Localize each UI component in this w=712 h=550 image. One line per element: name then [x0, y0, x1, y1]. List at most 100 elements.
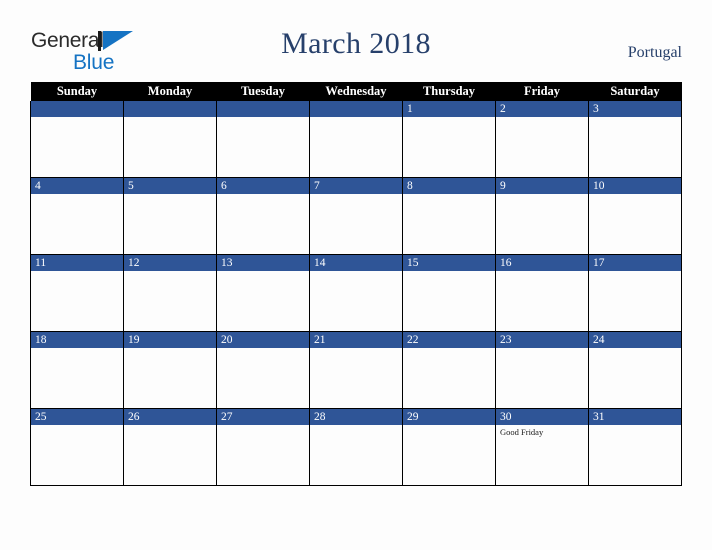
calendar-day-cell[interactable]: 19	[123, 331, 217, 409]
calendar-day-cell[interactable]	[30, 101, 124, 178]
calendar-day-cell[interactable]: 31	[588, 408, 682, 486]
calendar-day-cell[interactable]: 2	[495, 101, 589, 178]
day-number: 2	[496, 101, 588, 117]
day-cell-content	[217, 101, 309, 177]
day-number: 13	[217, 255, 309, 271]
calendar-day-cell[interactable]: 4	[30, 177, 124, 255]
day-events-list	[589, 348, 681, 350]
calendar-page: General Blue March 2018 Portugal Sunday …	[0, 0, 712, 550]
day-events-list	[403, 117, 495, 119]
day-number: 25	[31, 409, 123, 425]
day-number: 23	[496, 332, 588, 348]
calendar-day-cell[interactable]: 28	[309, 408, 403, 486]
day-events-list	[124, 425, 216, 427]
day-cell-content	[310, 101, 402, 177]
calendar-day-cell[interactable]: 30 Good Friday	[495, 408, 589, 486]
day-number	[31, 101, 123, 117]
day-number: 12	[124, 255, 216, 271]
day-events-list	[403, 194, 495, 196]
calendar-day-cell[interactable]	[216, 101, 310, 178]
day-event-label: Good Friday	[500, 427, 544, 437]
day-cell-content: 2	[496, 101, 588, 177]
day-cell-content: 11	[31, 255, 123, 331]
calendar-day-cell[interactable]: 26	[123, 408, 217, 486]
calendar-day-cell[interactable]: 1	[402, 101, 496, 178]
calendar-day-cell[interactable]: 3	[588, 101, 682, 178]
day-events-list	[589, 194, 681, 196]
day-cell-content: 7	[310, 178, 402, 254]
day-number: 19	[124, 332, 216, 348]
day-cell-content: 9	[496, 178, 588, 254]
day-cell-content: 19	[124, 332, 216, 408]
weekday-header-monday: Monday	[123, 82, 217, 101]
calendar-day-cell[interactable]: 11	[30, 254, 124, 332]
day-cell-content: 14	[310, 255, 402, 331]
day-cell-content: 28	[310, 409, 402, 485]
day-cell-content: 26	[124, 409, 216, 485]
day-cell-content: 5	[124, 178, 216, 254]
day-events-list	[589, 425, 681, 427]
day-number: 7	[310, 178, 402, 194]
day-cell-content: 23	[496, 332, 588, 408]
day-cell-content: 3	[589, 101, 681, 177]
day-number: 1	[403, 101, 495, 117]
calendar-day-cell[interactable]: 9	[495, 177, 589, 255]
day-number: 8	[403, 178, 495, 194]
weekday-header-thursday: Thursday	[402, 82, 496, 101]
day-events-list	[217, 194, 309, 196]
day-events-list	[496, 194, 588, 196]
calendar-day-cell[interactable]: 10	[588, 177, 682, 255]
calendar-day-cell[interactable]: 24	[588, 331, 682, 409]
day-cell-content: 17	[589, 255, 681, 331]
day-number: 26	[124, 409, 216, 425]
calendar-day-cell[interactable]: 18	[30, 331, 124, 409]
day-number: 10	[589, 178, 681, 194]
calendar-day-cell[interactable]	[309, 101, 403, 178]
calendar-day-cell[interactable]: 17	[588, 254, 682, 332]
day-cell-content: 20	[217, 332, 309, 408]
day-number: 20	[217, 332, 309, 348]
calendar-day-cell[interactable]: 22	[402, 331, 496, 409]
calendar-day-cell[interactable]: 13	[216, 254, 310, 332]
day-cell-content: 1	[403, 101, 495, 177]
weekday-header-sunday: Sunday	[30, 82, 124, 101]
day-cell-content: 15	[403, 255, 495, 331]
page-header: General Blue March 2018 Portugal	[0, 0, 712, 82]
calendar-day-cell[interactable]: 21	[309, 331, 403, 409]
calendar-day-cell[interactable]: 8	[402, 177, 496, 255]
calendar-day-cell[interactable]: 15	[402, 254, 496, 332]
calendar-day-cell[interactable]: 23	[495, 331, 589, 409]
day-number: 27	[217, 409, 309, 425]
day-number: 29	[403, 409, 495, 425]
calendar-day-cell[interactable]: 27	[216, 408, 310, 486]
day-number: 17	[589, 255, 681, 271]
calendar-day-cell[interactable]: 5	[123, 177, 217, 255]
calendar-day-cell[interactable]: 29	[402, 408, 496, 486]
calendar-day-cell[interactable]: 7	[309, 177, 403, 255]
calendar-day-cell[interactable]: 6	[216, 177, 310, 255]
day-cell-content: 18	[31, 332, 123, 408]
day-events-list	[124, 117, 216, 119]
day-cell-content: 24	[589, 332, 681, 408]
calendar-day-cell[interactable]	[123, 101, 217, 178]
calendar-day-cell[interactable]: 12	[123, 254, 217, 332]
day-cell-content: 21	[310, 332, 402, 408]
calendar-day-cell[interactable]: 20	[216, 331, 310, 409]
day-events-list	[217, 117, 309, 119]
day-events-list	[31, 194, 123, 196]
day-cell-content: 10	[589, 178, 681, 254]
day-events-list	[589, 271, 681, 273]
day-number	[310, 101, 402, 117]
day-events-list	[496, 271, 588, 273]
calendar-day-cell[interactable]: 16	[495, 254, 589, 332]
calendar-week-row: 18 19 20 21 22 23 24	[30, 331, 682, 409]
day-number: 28	[310, 409, 402, 425]
day-cell-content: 22	[403, 332, 495, 408]
day-events-list: Good Friday	[496, 425, 588, 437]
day-number: 18	[31, 332, 123, 348]
calendar-day-cell[interactable]: 25	[30, 408, 124, 486]
day-cell-content: 16	[496, 255, 588, 331]
calendar-day-cell[interactable]: 14	[309, 254, 403, 332]
day-number: 24	[589, 332, 681, 348]
day-events-list	[124, 194, 216, 196]
